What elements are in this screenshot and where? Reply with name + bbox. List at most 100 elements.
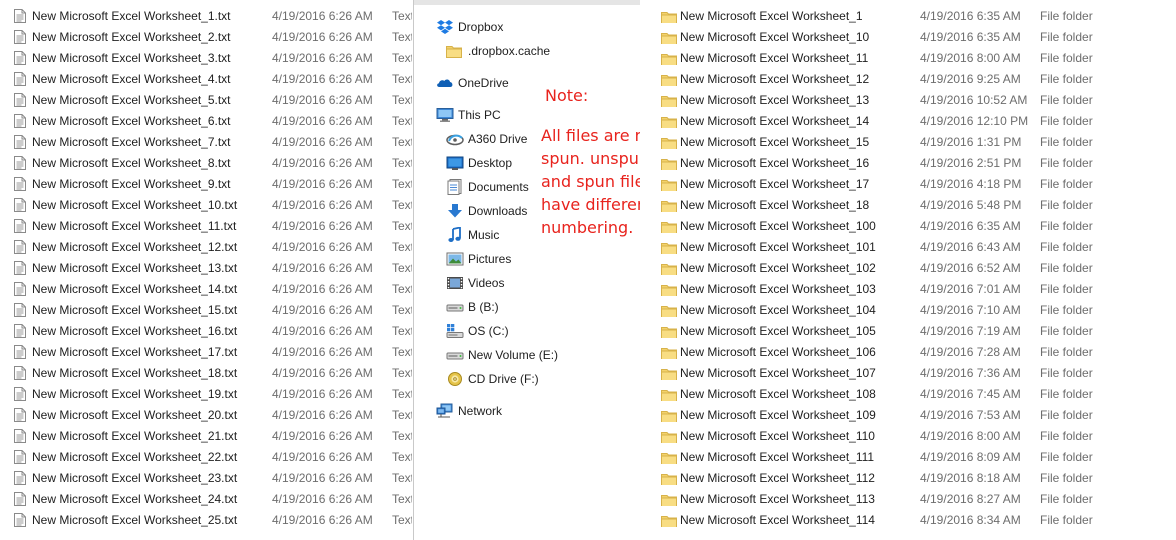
file-type: Text bbox=[392, 387, 412, 401]
file-row[interactable]: New Microsoft Excel Worksheet_5.txt 4/19/… bbox=[0, 90, 412, 111]
file-type: Text bbox=[392, 366, 412, 380]
folder-row[interactable]: New Microsoft Excel Worksheet_102 4/19/20… bbox=[640, 258, 1176, 279]
text-file-icon bbox=[14, 492, 26, 506]
file-row[interactable]: New Microsoft Excel Worksheet_2.txt 4/19/… bbox=[0, 27, 412, 48]
folder-row[interactable]: New Microsoft Excel Worksheet_101 4/19/20… bbox=[640, 237, 1176, 258]
folder-row[interactable]: New Microsoft Excel Worksheet_114 4/19/20… bbox=[640, 510, 1176, 531]
file-type: Text bbox=[392, 471, 412, 485]
folder-row[interactable]: New Microsoft Excel Worksheet_15 4/19/201… bbox=[640, 132, 1176, 153]
folder-name: New Microsoft Excel Worksheet_18 bbox=[680, 198, 870, 212]
folder-date-modified: 4/19/2016 6:35 AM bbox=[920, 30, 1021, 44]
folder-row[interactable]: New Microsoft Excel Worksheet_10 4/19/201… bbox=[640, 27, 1176, 48]
folder-row[interactable]: New Microsoft Excel Worksheet_107 4/19/20… bbox=[640, 363, 1176, 384]
file-type: Text bbox=[392, 324, 412, 338]
nav-item-label: .dropbox.cache bbox=[468, 44, 551, 58]
file-row[interactable]: New Microsoft Excel Worksheet_11.txt 4/19… bbox=[0, 216, 412, 237]
file-type: Text bbox=[392, 513, 412, 527]
file-date-modified: 4/19/2016 6:26 AM bbox=[272, 429, 373, 443]
folder-row[interactable]: New Microsoft Excel Worksheet_109 4/19/20… bbox=[640, 405, 1176, 426]
file-row[interactable]: New Microsoft Excel Worksheet_4.txt 4/19/… bbox=[0, 69, 412, 90]
folder-row[interactable]: New Microsoft Excel Worksheet_18 4/19/201… bbox=[640, 195, 1176, 216]
folder-icon bbox=[661, 241, 677, 254]
folder-row[interactable]: New Microsoft Excel Worksheet_12 4/19/201… bbox=[640, 69, 1176, 90]
file-row[interactable]: New Microsoft Excel Worksheet_20.txt 4/19… bbox=[0, 405, 412, 426]
file-row[interactable]: New Microsoft Excel Worksheet_17.txt 4/19… bbox=[0, 342, 412, 363]
folder-icon bbox=[661, 10, 677, 23]
folder-row[interactable]: New Microsoft Excel Worksheet_105 4/19/20… bbox=[640, 321, 1176, 342]
file-date-modified: 4/19/2016 6:26 AM bbox=[272, 450, 373, 464]
folder-row[interactable]: New Microsoft Excel Worksheet_1 4/19/2016… bbox=[640, 6, 1176, 27]
file-row[interactable]: New Microsoft Excel Worksheet_3.txt 4/19/… bbox=[0, 48, 412, 69]
file-row[interactable]: New Microsoft Excel Worksheet_15.txt 4/19… bbox=[0, 300, 412, 321]
folder-row[interactable]: New Microsoft Excel Worksheet_11 4/19/201… bbox=[640, 48, 1176, 69]
folder-date-modified: 4/19/2016 9:25 AM bbox=[920, 72, 1021, 86]
folder-row[interactable]: New Microsoft Excel Worksheet_17 4/19/201… bbox=[640, 174, 1176, 195]
folder-row[interactable]: New Microsoft Excel Worksheet_103 4/19/20… bbox=[640, 279, 1176, 300]
nav-pane-top-scroll-edge bbox=[414, 0, 640, 5]
text-file-icon bbox=[14, 240, 26, 254]
file-row[interactable]: New Microsoft Excel Worksheet_22.txt 4/19… bbox=[0, 447, 412, 468]
file-name: New Microsoft Excel Worksheet_17.txt bbox=[32, 345, 238, 359]
folder-row[interactable]: New Microsoft Excel Worksheet_100 4/19/20… bbox=[640, 216, 1176, 237]
file-date-modified: 4/19/2016 6:26 AM bbox=[272, 387, 373, 401]
file-row[interactable]: New Microsoft Excel Worksheet_25.txt 4/19… bbox=[0, 510, 412, 531]
file-date-modified: 4/19/2016 6:26 AM bbox=[272, 72, 373, 86]
folder-icon bbox=[661, 304, 677, 317]
folder-date-modified: 4/19/2016 8:27 AM bbox=[920, 492, 1021, 506]
file-name: New Microsoft Excel Worksheet_2.txt bbox=[32, 30, 231, 44]
file-name: New Microsoft Excel Worksheet_1.txt bbox=[32, 9, 231, 23]
folder-name: New Microsoft Excel Worksheet_103 bbox=[680, 282, 876, 296]
file-date-modified: 4/19/2016 6:26 AM bbox=[272, 198, 373, 212]
file-type: Text bbox=[392, 9, 412, 23]
file-name: New Microsoft Excel Worksheet_14.txt bbox=[32, 282, 238, 296]
file-date-modified: 4/19/2016 6:26 AM bbox=[272, 492, 373, 506]
folder-row[interactable]: New Microsoft Excel Worksheet_108 4/19/20… bbox=[640, 384, 1176, 405]
folder-row[interactable]: New Microsoft Excel Worksheet_13 4/19/201… bbox=[640, 90, 1176, 111]
folder-name: New Microsoft Excel Worksheet_11 bbox=[680, 51, 869, 65]
file-row[interactable]: New Microsoft Excel Worksheet_10.txt 4/19… bbox=[0, 195, 412, 216]
file-row[interactable]: New Microsoft Excel Worksheet_24.txt 4/19… bbox=[0, 489, 412, 510]
file-row[interactable]: New Microsoft Excel Worksheet_1.txt 4/19/… bbox=[0, 6, 412, 27]
file-row[interactable]: New Microsoft Excel Worksheet_18.txt 4/19… bbox=[0, 363, 412, 384]
file-row[interactable]: New Microsoft Excel Worksheet_13.txt 4/19… bbox=[0, 258, 412, 279]
file-row[interactable]: New Microsoft Excel Worksheet_6.txt 4/19/… bbox=[0, 111, 412, 132]
file-row[interactable]: New Microsoft Excel Worksheet_7.txt 4/19/… bbox=[0, 132, 412, 153]
file-row[interactable]: New Microsoft Excel Worksheet_9.txt 4/19/… bbox=[0, 174, 412, 195]
folder-row[interactable]: New Microsoft Excel Worksheet_110 4/19/20… bbox=[640, 426, 1176, 447]
file-row[interactable]: New Microsoft Excel Worksheet_12.txt 4/19… bbox=[0, 237, 412, 258]
folder-row[interactable]: New Microsoft Excel Worksheet_112 4/19/20… bbox=[640, 468, 1176, 489]
pictures-icon bbox=[446, 251, 464, 267]
file-row[interactable]: New Microsoft Excel Worksheet_19.txt 4/19… bbox=[0, 384, 412, 405]
folder-name: New Microsoft Excel Worksheet_13 bbox=[680, 93, 870, 107]
file-date-modified: 4/19/2016 6:26 AM bbox=[272, 114, 373, 128]
folder-date-modified: 4/19/2016 6:35 AM bbox=[920, 219, 1021, 233]
file-row[interactable]: New Microsoft Excel Worksheet_8.txt 4/19/… bbox=[0, 153, 412, 174]
folder-name: New Microsoft Excel Worksheet_112 bbox=[680, 471, 875, 485]
nav-item-label: Desktop bbox=[468, 156, 513, 170]
file-date-modified: 4/19/2016 6:26 AM bbox=[272, 324, 373, 338]
text-file-icon bbox=[14, 408, 26, 422]
drive-icon bbox=[446, 299, 464, 315]
folder-row[interactable]: New Microsoft Excel Worksheet_111 4/19/20… bbox=[640, 447, 1176, 468]
file-type: Text bbox=[392, 492, 412, 506]
folder-row[interactable]: New Microsoft Excel Worksheet_106 4/19/20… bbox=[640, 342, 1176, 363]
folder-type: File folder bbox=[1040, 282, 1093, 296]
folder-row[interactable]: New Microsoft Excel Worksheet_14 4/19/201… bbox=[640, 111, 1176, 132]
folder-type: File folder bbox=[1040, 471, 1093, 485]
folder-icon bbox=[661, 52, 677, 65]
folder-name: New Microsoft Excel Worksheet_114 bbox=[680, 513, 875, 527]
file-row[interactable]: New Microsoft Excel Worksheet_21.txt 4/19… bbox=[0, 426, 412, 447]
note-title: Note: bbox=[545, 86, 589, 105]
file-name: New Microsoft Excel Worksheet_22.txt bbox=[32, 450, 238, 464]
file-row[interactable]: New Microsoft Excel Worksheet_14.txt 4/19… bbox=[0, 279, 412, 300]
folder-row[interactable]: New Microsoft Excel Worksheet_113 4/19/20… bbox=[640, 489, 1176, 510]
folder-name: New Microsoft Excel Worksheet_107 bbox=[680, 366, 876, 380]
folder-icon bbox=[661, 31, 677, 44]
text-file-icon bbox=[14, 513, 26, 527]
folder-row[interactable]: New Microsoft Excel Worksheet_16 4/19/201… bbox=[640, 153, 1176, 174]
folder-row[interactable]: New Microsoft Excel Worksheet_104 4/19/20… bbox=[640, 300, 1176, 321]
file-row[interactable]: New Microsoft Excel Worksheet_16.txt 4/19… bbox=[0, 321, 412, 342]
right-folder-list: New Microsoft Excel Worksheet_1 4/19/2016… bbox=[640, 0, 1176, 540]
file-row[interactable]: New Microsoft Excel Worksheet_23.txt 4/19… bbox=[0, 468, 412, 489]
nav-item-label: Dropbox bbox=[458, 20, 504, 34]
